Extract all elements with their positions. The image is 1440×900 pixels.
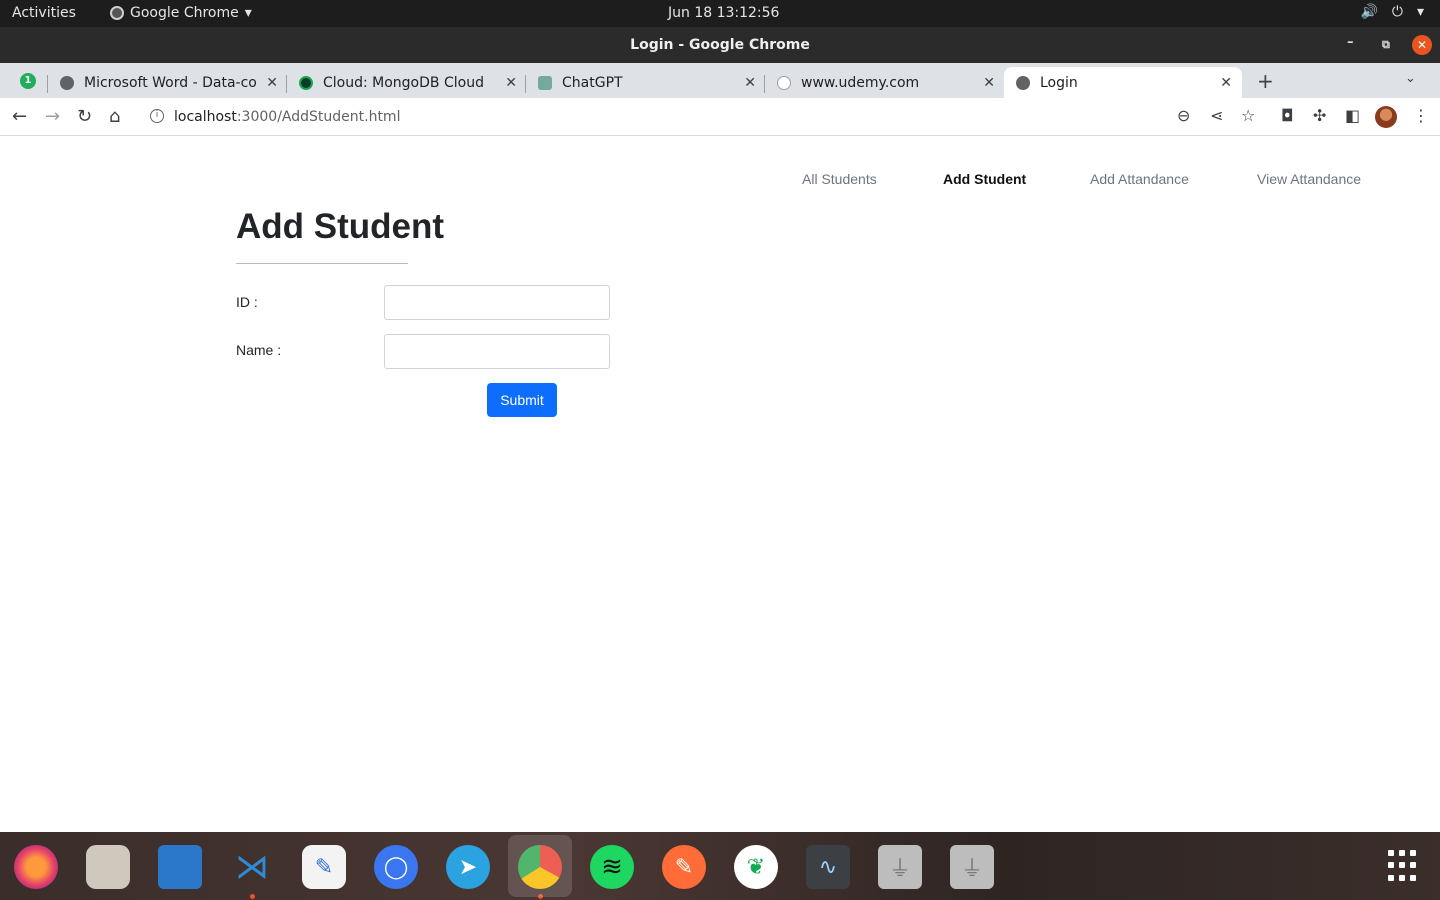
mongodb-compass-icon[interactable]: ❦ (734, 845, 778, 889)
site-info-icon[interactable]: i (150, 109, 164, 123)
info-icon (777, 75, 791, 90)
close-icon[interactable]: ✕ (1220, 75, 1232, 91)
mongodb-leaf-icon (299, 75, 313, 90)
name-label: Name : (236, 342, 282, 358)
close-icon[interactable]: ✕ (744, 75, 756, 91)
app-menu[interactable]: Google Chrome ▾ (110, 5, 252, 21)
app-menu-label: Google Chrome (130, 5, 239, 21)
telegram-icon[interactable]: ➤ (446, 845, 490, 889)
tab-mongodb-cloud[interactable]: Cloud: MongoDB Cloud ✕ (299, 67, 517, 98)
close-icon[interactable]: ✕ (505, 75, 517, 91)
page-content: All Students Add Student Add Attandance … (0, 137, 1440, 832)
activities-button[interactable]: Activities (12, 5, 76, 21)
screenshot-camera-icon[interactable]: ◘ (1281, 106, 1294, 125)
close-icon[interactable]: ✕ (983, 75, 995, 91)
title-divider (236, 263, 408, 264)
id-input[interactable] (384, 285, 610, 320)
spotify-icon[interactable]: ≋ (590, 845, 634, 889)
browser-toolbar: ← → ↻ ⌂ i localhost:3000/AddStudent.html… (0, 98, 1440, 136)
tab-search-chevron-icon[interactable]: ⌄ (1405, 71, 1416, 86)
nav-view-attendance[interactable]: View Attandance (1257, 171, 1361, 187)
usb-drive-icon[interactable]: ⏚ (950, 845, 994, 889)
minimize-icon[interactable]: – (1347, 35, 1354, 50)
globe-icon (60, 75, 74, 90)
home-icon[interactable]: ⌂ (109, 106, 120, 127)
reload-icon[interactable]: ↻ (77, 106, 92, 127)
chatgpt-icon (538, 75, 552, 90)
nav-all-students[interactable]: All Students (802, 171, 877, 187)
share-icon[interactable]: ⋖ (1210, 106, 1223, 125)
show-applications-icon[interactable] (1388, 850, 1420, 882)
clock[interactable]: Jun 18 13:12:56 (668, 5, 779, 21)
submit-button[interactable]: Submit (487, 383, 557, 417)
bookmark-star-icon[interactable]: ☆ (1241, 106, 1255, 125)
tab-separator (764, 75, 765, 93)
zoom-icon[interactable]: ⊖ (1177, 106, 1190, 125)
address-bar[interactable]: i localhost:3000/AddStudent.html (140, 102, 1270, 132)
tab-strip: 1 Microsoft Word - Data-com ✕ Cloud: Mon… (0, 63, 1440, 98)
tab-separator (525, 75, 526, 93)
text-editor-icon[interactable]: ✎ (302, 845, 346, 889)
close-window-icon[interactable]: ✕ (1412, 35, 1432, 55)
extensions-puzzle-icon[interactable]: ✣ (1313, 106, 1326, 125)
profile-avatar[interactable] (1375, 106, 1397, 128)
firefox-icon[interactable] (14, 845, 58, 889)
libreoffice-writer-icon[interactable] (158, 845, 202, 889)
menu-kebab-icon[interactable]: ⋮ (1413, 106, 1429, 125)
running-indicator (250, 894, 255, 899)
side-panel-icon[interactable]: ◧ (1345, 106, 1360, 125)
tab-separator (286, 75, 287, 93)
nav-add-student[interactable]: Add Student (943, 171, 1026, 187)
system-top-bar: Activities Google Chrome ▾ Jun 18 13:12:… (0, 0, 1440, 27)
tab-udemy[interactable]: www.udemy.com ✕ (777, 67, 995, 98)
chrome-icon (110, 6, 124, 20)
system-tray[interactable]: 🔊 ⏻ ▾ (1360, 4, 1424, 20)
power-icon: ⏻ (1391, 4, 1403, 20)
files-icon[interactable] (86, 845, 130, 889)
new-tab-plus-icon[interactable]: + (1257, 69, 1274, 93)
maximize-icon[interactable]: ⧉ (1382, 38, 1390, 52)
forward-arrow-icon[interactable]: → (45, 106, 60, 127)
tab-chatgpt[interactable]: ChatGPT ✕ (538, 67, 756, 98)
tab-group-badge[interactable]: 1 (20, 73, 36, 89)
globe-icon (1016, 75, 1030, 90)
usb-drive-icon[interactable]: ⏚ (878, 845, 922, 889)
dock-active-highlight (508, 835, 572, 897)
name-input[interactable] (384, 334, 610, 369)
caret-down-icon: ▾ (1416, 4, 1424, 20)
tab-separator (47, 75, 48, 93)
url-text[interactable]: localhost:3000/AddStudent.html (174, 109, 400, 125)
close-icon[interactable]: ✕ (266, 75, 278, 91)
volume-icon: 🔊 (1360, 4, 1378, 20)
window-title: Login - Google Chrome (630, 37, 810, 53)
system-monitor-icon[interactable]: ∿ (806, 845, 850, 889)
window-title-bar: Login - Google Chrome – ⧉ ✕ (0, 27, 1440, 63)
back-arrow-icon[interactable]: ← (12, 106, 27, 127)
caret-down-icon: ▾ (244, 5, 252, 21)
tab-login[interactable]: Login ✕ (1004, 67, 1242, 98)
signal-icon[interactable]: ◯ (374, 845, 418, 889)
vscode-icon[interactable]: ⋊ (230, 845, 274, 889)
ubuntu-dock: ⋊ ✎ ◯ ➤ ≋ ✎ ❦ ∿ ⏚ ⏚ (0, 832, 1440, 900)
nav-add-attendance[interactable]: Add Attandance (1090, 171, 1189, 187)
tab-microsoft-word[interactable]: Microsoft Word - Data-com ✕ (60, 67, 278, 98)
page-title: Add Student (236, 207, 445, 246)
postman-icon[interactable]: ✎ (662, 845, 706, 889)
id-label: ID : (236, 294, 258, 310)
